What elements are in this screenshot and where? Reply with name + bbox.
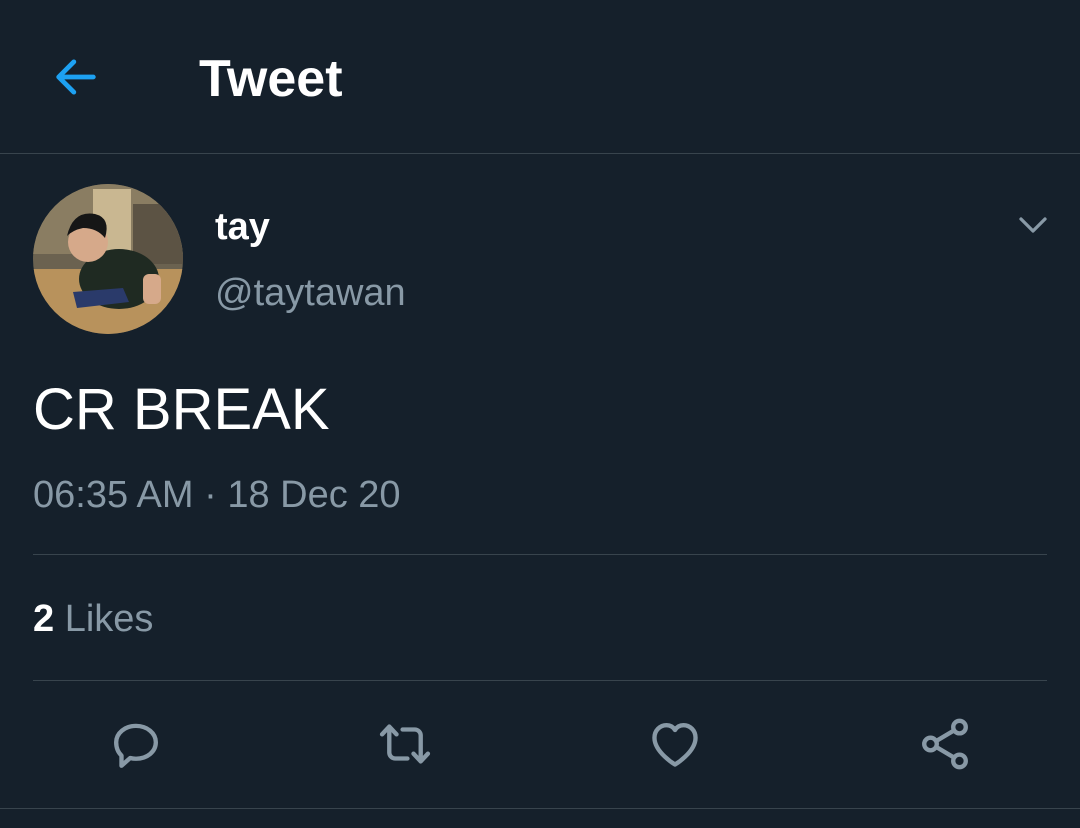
page-title: Tweet [199,50,343,108]
divider [0,808,1080,809]
reply-button[interactable] [104,712,168,776]
likes-count: 2 [33,598,55,640]
tweet-date: 18 Dec 20 [227,474,401,516]
divider [33,680,1047,681]
share-button[interactable] [913,712,977,776]
tweet-text: CR BREAK [33,377,330,442]
display-name[interactable]: tay [215,204,270,250]
user-handle[interactable]: @taytawan [215,270,406,316]
heart-icon [652,722,698,767]
retweet-icon [379,724,431,764]
reply-icon [114,723,158,768]
likes-stat[interactable]: 2 Likes [33,596,153,642]
share-icon [922,718,968,770]
tweet-menu-button[interactable] [1008,200,1058,250]
likes-label: Likes [54,598,154,640]
tweet-time: 06:35 AM [33,474,194,516]
like-button[interactable] [643,712,707,776]
timestamp-separator: · [193,474,228,516]
tweet-timestamp: 06:35 AM · 18 Dec 20 [33,472,401,518]
arrow-left-icon [56,59,96,95]
divider [33,554,1047,555]
app-header: Tweet [0,0,1080,154]
chevron-down-icon [1019,217,1047,233]
retweet-button[interactable] [373,712,437,776]
back-button[interactable] [40,44,112,110]
avatar[interactable] [33,184,183,334]
